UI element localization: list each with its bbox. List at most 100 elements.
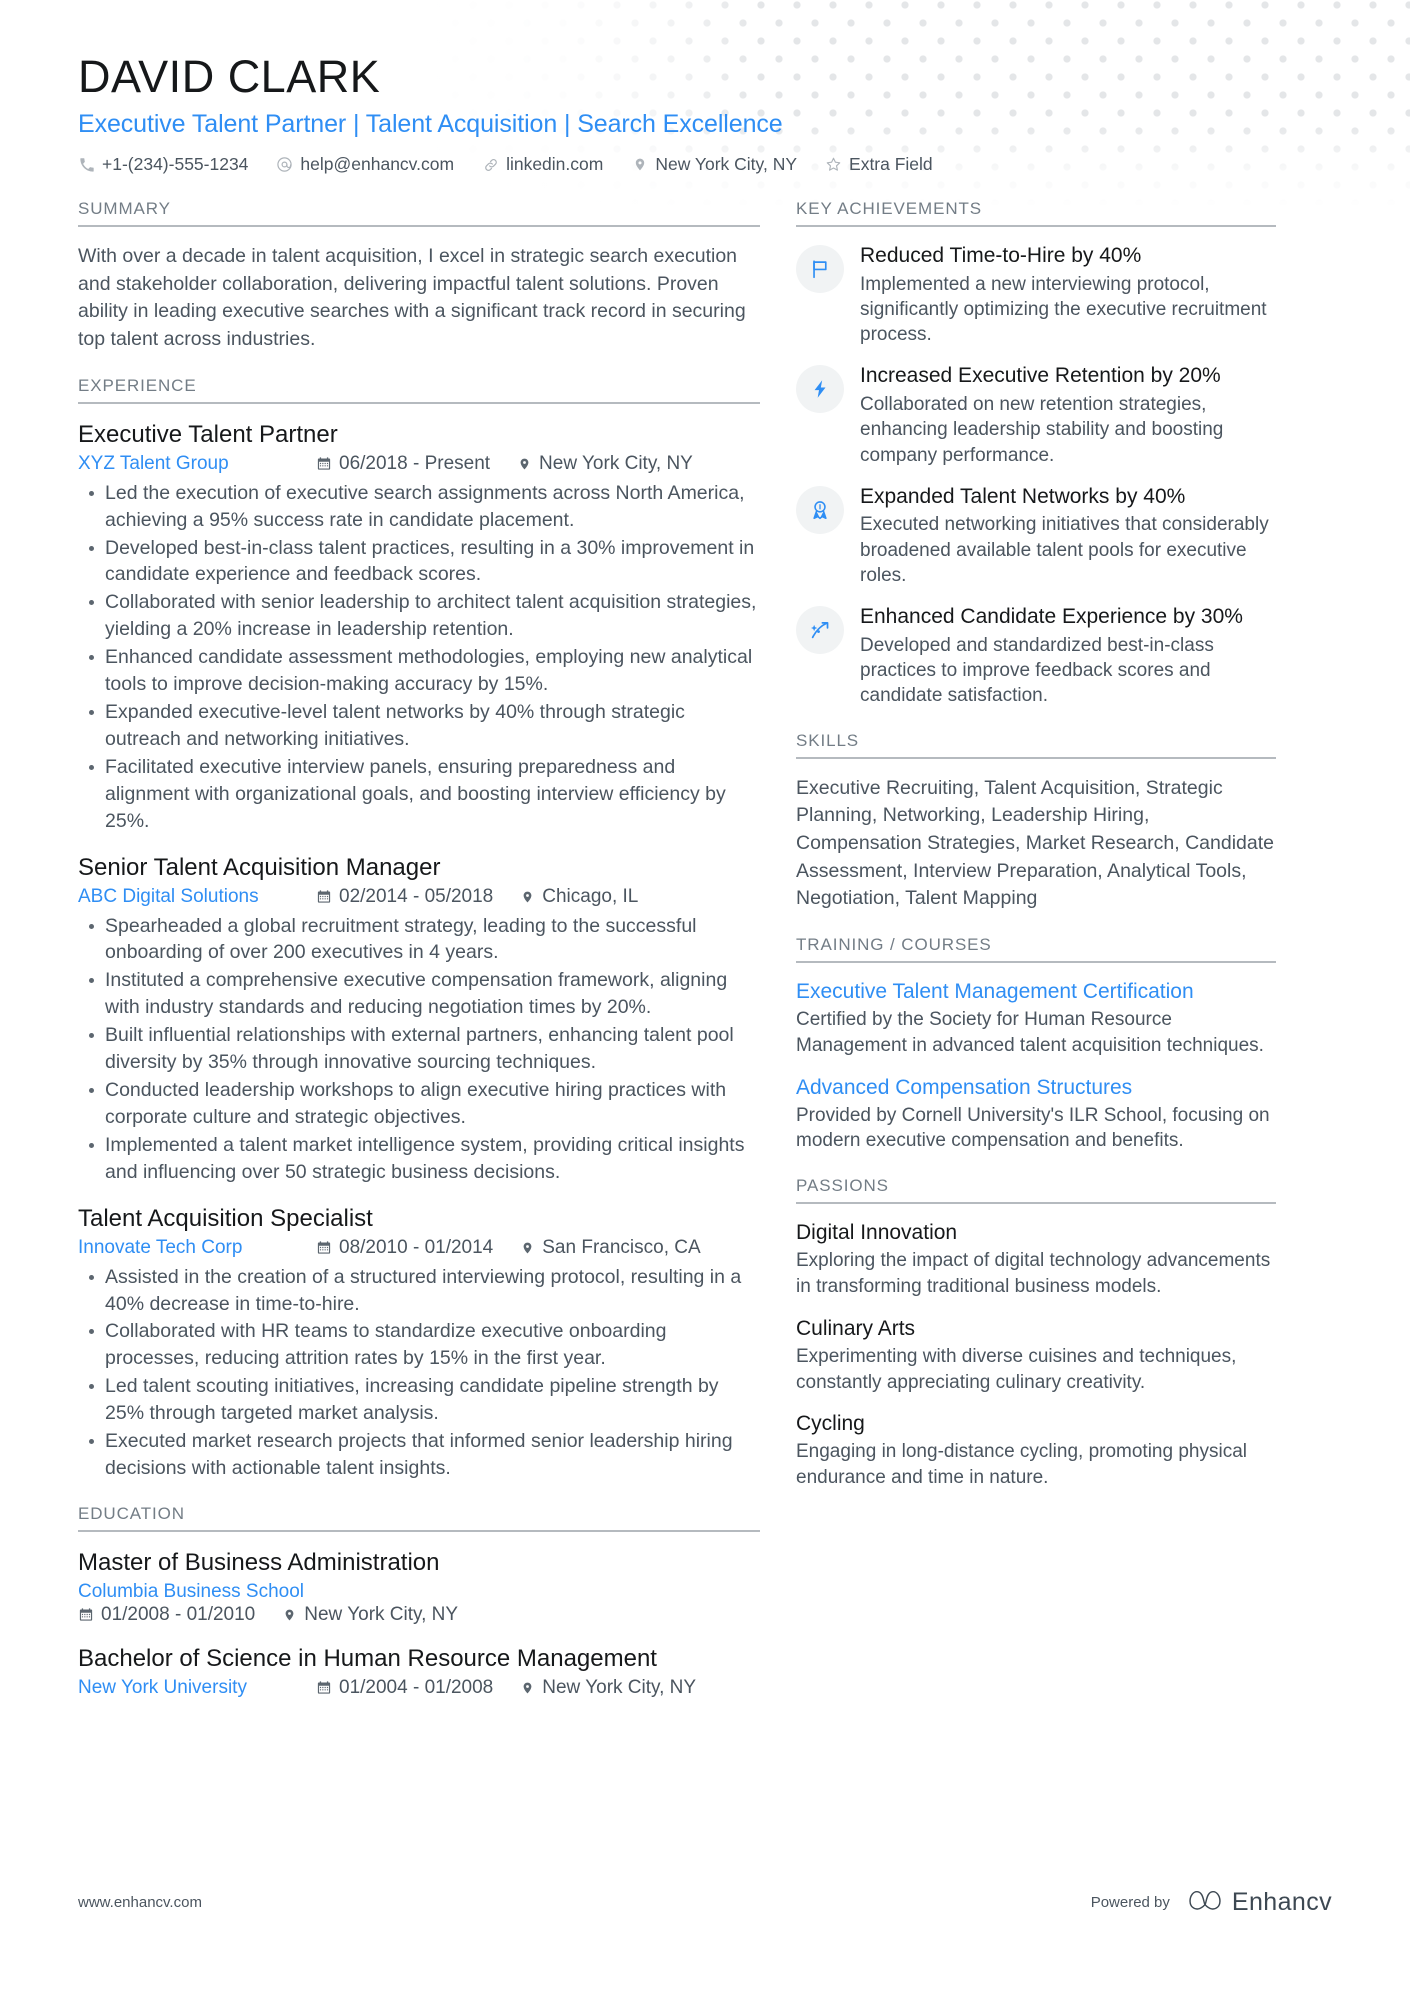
experience-role: Talent Acquisition Specialist <box>78 1204 373 1232</box>
experience-bullets: Spearheaded a global recruitment strateg… <box>78 913 760 1186</box>
achievement-title: Enhanced Candidate Experience by 30% <box>860 605 1243 629</box>
education-entry: Master of Business Administration Columb… <box>78 1548 760 1626</box>
list-item: Instituted a comprehensive executive com… <box>89 967 760 1021</box>
location-pin-icon <box>516 455 532 472</box>
achievement-item: Enhanced Candidate Experience by 30% Dev… <box>796 604 1276 708</box>
list-item: Enhanced candidate assessment methodolog… <box>89 644 760 698</box>
passion-name: Culinary Arts <box>796 1316 916 1340</box>
passions-section-title: PASSIONS <box>796 1176 1276 1205</box>
contact-link[interactable]: linkedin.com <box>482 154 603 175</box>
experience-company[interactable]: Innovate Tech Corp <box>78 1237 316 1259</box>
experience-location-text: New York City, NY <box>539 452 693 474</box>
phone-icon <box>78 156 95 173</box>
experience-meta: Innovate Tech Corp 08/2010 - 01/2014 San… <box>78 1237 760 1259</box>
experience-location: New York City, NY <box>516 453 693 475</box>
education-school-row: Columbia Business School <box>78 1581 760 1603</box>
enhancv-logo: Enhancv <box>1188 1888 1332 1917</box>
location-pin-icon <box>519 1239 535 1256</box>
education-meta: New York University 01/2004 - 01/2008 Ne… <box>78 1677 760 1699</box>
summary-section-title: SUMMARY <box>78 199 760 227</box>
enhancv-mark-icon <box>1188 1888 1222 1917</box>
education-section-title: EDUCATION <box>78 1504 760 1532</box>
list-item: Assisted in the creation of a structured… <box>89 1264 760 1318</box>
education-section: EDUCATION Master of Business Administrat… <box>78 1504 760 1699</box>
professional-headline: Executive Talent Partner | Talent Acquis… <box>78 109 783 138</box>
education-dates: 01/2004 - 01/2008 <box>316 1677 493 1699</box>
passion-description: Engaging in long-distance cycling, promo… <box>796 1441 1247 1489</box>
location-pin-icon <box>519 1679 535 1696</box>
calendar-icon <box>316 1679 332 1696</box>
footer-website-url[interactable]: www.enhancv.com <box>78 1894 202 1911</box>
growth-arrow-icon <box>796 606 844 655</box>
training-courses-section: TRAINING / COURSES Executive Talent Mana… <box>796 935 1276 1154</box>
passion-item: Cycling Engaging in long-distance cyclin… <box>796 1411 1276 1491</box>
list-item: Executed market research projects that i… <box>89 1428 760 1482</box>
experience-role: Senior Talent Acquisition Manager <box>78 853 441 881</box>
experience-location: Chicago, IL <box>519 886 638 908</box>
education-school[interactable]: Columbia Business School <box>78 1581 316 1603</box>
experience-dates: 06/2018 - Present <box>316 453 490 475</box>
education-dates-text: 01/2008 - 01/2010 <box>101 1603 256 1625</box>
list-item: Conducted leadership workshops to align … <box>89 1077 760 1131</box>
training-name[interactable]: Advanced Compensation Structures <box>796 1075 1276 1101</box>
list-item: Collaborated with senior leadership to a… <box>89 589 760 643</box>
experience-section-title: EXPERIENCE <box>78 376 760 404</box>
experience-entry: Senior Talent Acquisition Manager ABC Di… <box>78 853 760 1186</box>
passion-name: Cycling <box>796 1412 865 1436</box>
education-school[interactable]: New York University <box>78 1677 316 1699</box>
skills-section: SKILLS Executive Recruiting, Talent Acqu… <box>796 731 1276 913</box>
training-description: Certified by the Society for Human Resou… <box>796 1009 1264 1056</box>
passion-name: Digital Innovation <box>796 1221 958 1245</box>
training-item: Executive Talent Management Certificatio… <box>796 979 1276 1059</box>
contact-extra-field-text: Extra Field <box>849 154 933 174</box>
footer-branding: Powered by Enhancv <box>1091 1888 1332 1917</box>
achievement-title: Expanded Talent Networks by 40% <box>860 484 1186 508</box>
skills-list: Executive Recruiting, Talent Acquisition… <box>796 776 1274 910</box>
list-item: Built influential relationships with ext… <box>89 1022 760 1076</box>
experience-dates: 02/2014 - 05/2018 <box>316 886 493 908</box>
experience-entry: Talent Acquisition Specialist Innovate T… <box>78 1204 760 1482</box>
training-name[interactable]: Executive Talent Management Certificatio… <box>796 979 1276 1005</box>
page-footer: www.enhancv.com Powered by Enhancv <box>78 1888 1332 1917</box>
achievement-description: Collaborated on new retention strategies… <box>860 394 1224 466</box>
list-item: Developed best-in-class talent practices… <box>89 535 760 589</box>
list-item: Led the execution of executive search as… <box>89 480 760 534</box>
contact-extra-field[interactable]: Extra Field <box>825 154 933 175</box>
contact-link-text: linkedin.com <box>506 154 604 174</box>
education-degree: Master of Business Administration <box>78 1548 440 1576</box>
left-column: SUMMARY With over a decade in talent acq… <box>78 199 796 1721</box>
passion-item: Digital Innovation Exploring the impact … <box>796 1220 1276 1300</box>
experience-dates-text: 06/2018 - Present <box>339 452 491 474</box>
contact-email[interactable]: help@enhancv.com <box>276 154 454 175</box>
experience-meta: ABC Digital Solutions 02/2014 - 05/2018 <box>78 886 760 908</box>
experience-entry: Executive Talent Partner XYZ Talent Grou… <box>78 420 760 835</box>
page-title: DAVID CLARK <box>78 51 381 102</box>
training-courses-section-title: TRAINING / COURSES <box>796 935 1276 964</box>
achievement-item: Reduced Time-to-Hire by 40% Implemented … <box>796 243 1276 347</box>
resume-page: DAVID CLARK Executive Talent Partner | T… <box>0 0 1410 1995</box>
list-item: Implemented a talent market intelligence… <box>89 1132 760 1186</box>
list-item: Facilitated executive interview panels, … <box>89 754 760 835</box>
experience-company[interactable]: ABC Digital Solutions <box>78 886 316 908</box>
key-achievements-section: KEY ACHIEVEMENTS Reduced Time-to-Hire by… <box>796 199 1276 709</box>
powered-by-label: Powered by <box>1090 1894 1170 1911</box>
experience-bullets: Assisted in the creation of a structured… <box>78 1264 760 1482</box>
contact-location[interactable]: New York City, NY <box>631 154 797 175</box>
achievement-title: Reduced Time-to-Hire by 40% <box>860 244 1142 267</box>
calendar-icon <box>78 1606 94 1623</box>
email-icon <box>276 156 293 173</box>
contact-phone[interactable]: +1-(234)-555-1234 <box>78 154 248 175</box>
achievement-item: Increased Executive Retention by 20% Col… <box>796 363 1276 467</box>
experience-dates-text: 08/2010 - 01/2014 <box>339 1236 494 1258</box>
achievement-title: Increased Executive Retention by 20% <box>860 364 1221 388</box>
education-location: New York City, NY <box>281 1604 458 1626</box>
experience-dates-text: 02/2014 - 05/2018 <box>339 885 494 907</box>
education-degree: Bachelor of Science in Human Resource Ma… <box>78 1644 657 1672</box>
experience-company[interactable]: XYZ Talent Group <box>78 453 316 475</box>
location-pin-icon <box>631 156 648 173</box>
passion-item: Culinary Arts Experimenting with diverse… <box>796 1316 1276 1396</box>
summary-text: With over a decade in talent acquisition… <box>78 245 746 351</box>
education-location: New York City, NY <box>519 1677 696 1699</box>
experience-location-text: Chicago, IL <box>542 885 639 907</box>
list-item: Spearheaded a global recruitment strateg… <box>89 913 760 967</box>
